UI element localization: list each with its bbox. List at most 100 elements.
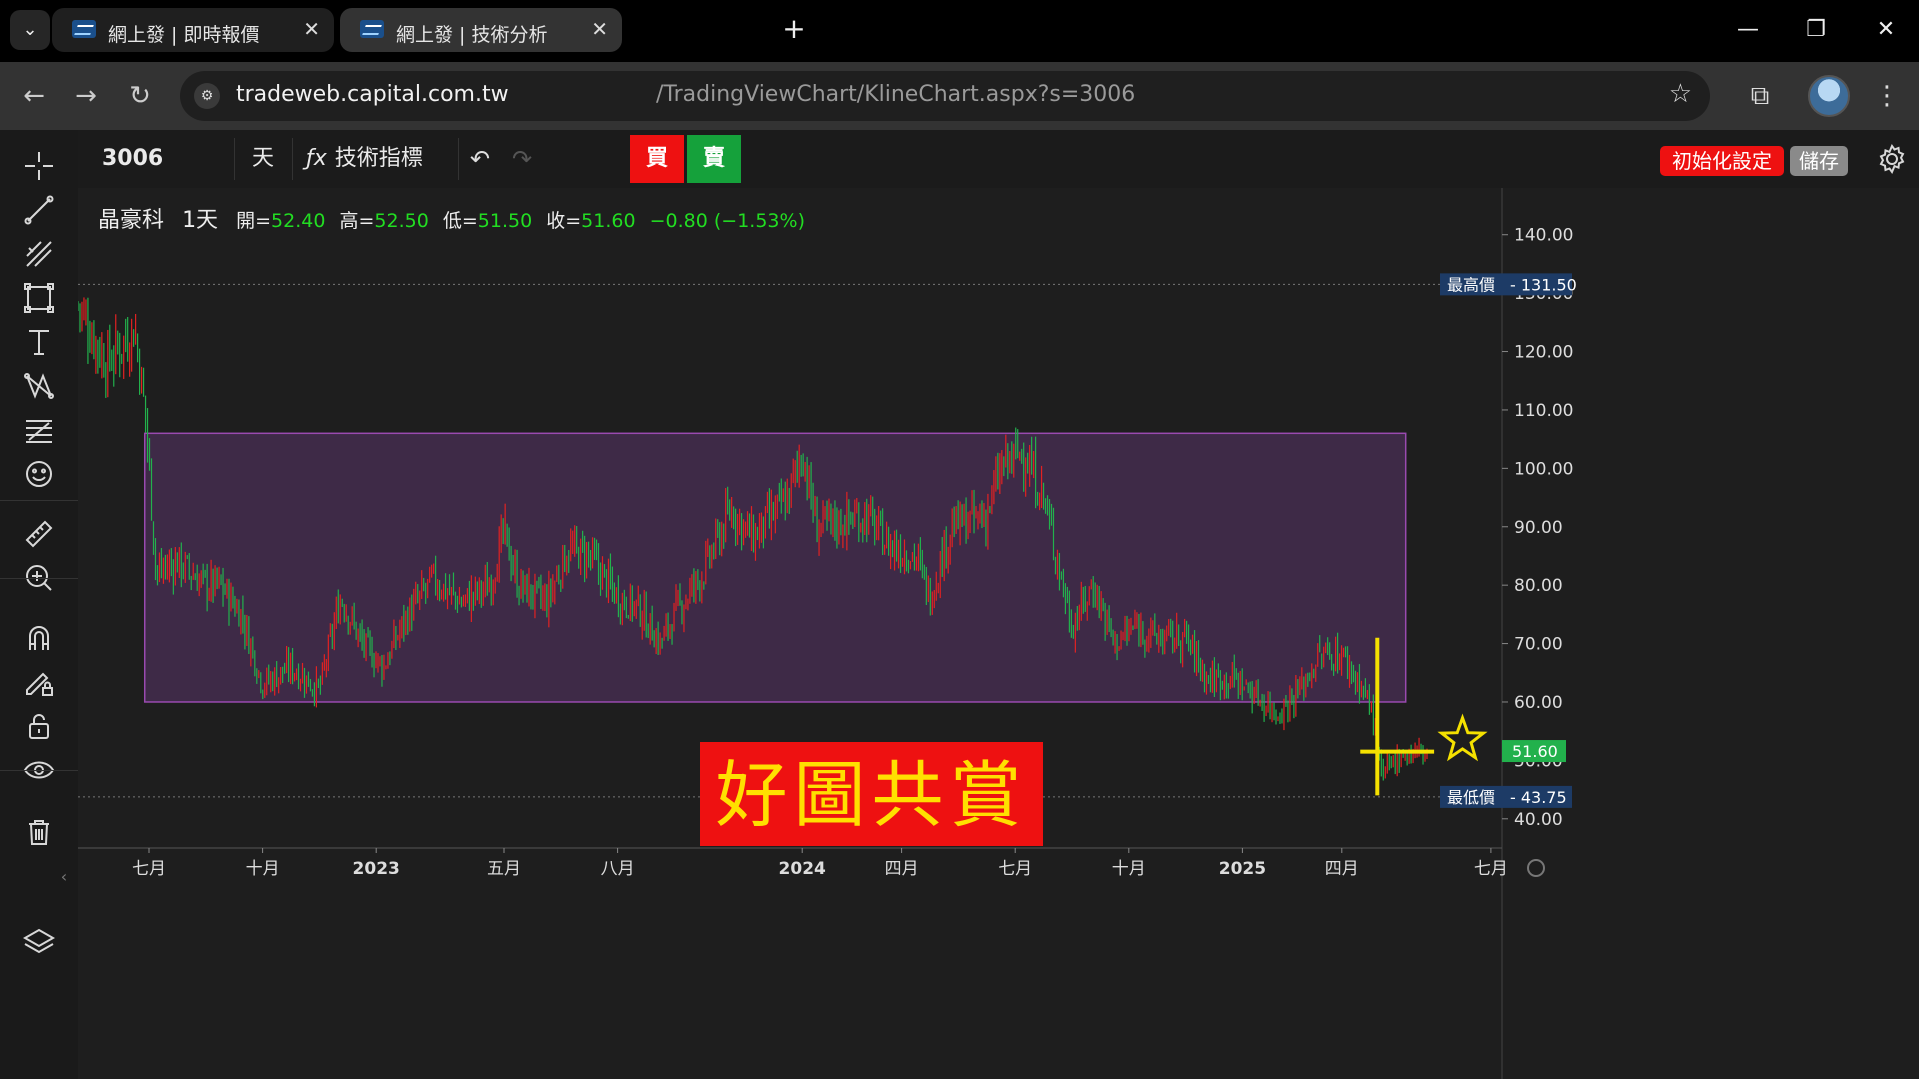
header-divider — [292, 138, 293, 180]
close-window-button[interactable]: ✕ — [1856, 10, 1916, 50]
settings-button[interactable] — [1876, 143, 1908, 175]
new-tab-button[interactable]: + — [776, 12, 812, 48]
header-divider — [458, 138, 459, 180]
price-scale-background — [1502, 188, 1919, 1079]
tab-search-button[interactable]: ⌄ — [10, 10, 50, 50]
sell-button[interactable]: 賣 — [687, 135, 741, 183]
forward-button[interactable]: → — [66, 76, 106, 116]
reload-button[interactable]: ↻ — [120, 76, 160, 116]
time-tick-label: 2023 — [353, 859, 400, 879]
symbol-search[interactable]: 3006 — [102, 130, 163, 188]
price-legend: 晶豪科 1天 開=52.40 高=52.50 低=51.50 收=51.60 −… — [98, 202, 813, 234]
restore-button[interactable]: ❐ — [1786, 10, 1846, 50]
back-button[interactable]: ← — [14, 76, 54, 116]
crosshair-icon — [25, 152, 53, 180]
low-value: 51.50 — [477, 210, 533, 232]
xabcd-pattern-icon — [24, 373, 54, 399]
lock-tool[interactable] — [17, 704, 61, 748]
browser-menu-icon[interactable]: ⋮ — [1872, 76, 1902, 116]
text-icon — [29, 330, 49, 355]
redo-icon[interactable]: ↷ — [512, 130, 532, 188]
max-price-value: - 131.50 — [1510, 275, 1577, 294]
trendline-tool[interactable] — [17, 188, 61, 232]
save-button[interactable]: 儲存 — [1790, 146, 1848, 176]
time-tick-label: 四月 — [885, 859, 919, 879]
chart-area[interactable]: 好圖共賞140.00130.00120.00110.00100.0090.008… — [78, 188, 1919, 1079]
legend-interval: 1天 — [182, 208, 219, 233]
candlestick-chart[interactable]: 好圖共賞140.00130.00120.00110.00100.0090.008… — [78, 188, 1919, 1079]
bookmark-star-icon[interactable]: ☆ — [1669, 79, 1692, 109]
chart-header: 3006 天 ƒx 技術指標 ↶ ↷ 買 賣 初始化設定 儲存 — [78, 130, 1919, 189]
pattern-tool[interactable] — [17, 364, 61, 408]
price-tick-label: 80.00 — [1514, 576, 1563, 596]
close-icon[interactable]: ✕ — [591, 17, 608, 41]
undo-icon[interactable]: ↶ — [470, 130, 490, 188]
trash-icon — [29, 820, 49, 845]
draw-lock-tool[interactable] — [17, 660, 61, 704]
site-info-icon[interactable]: ⚙ — [194, 83, 220, 109]
max-price-label: 最高價 — [1447, 275, 1495, 294]
close-icon[interactable]: ✕ — [303, 17, 320, 41]
open-value: 52.40 — [271, 210, 326, 232]
close-label: 收= — [546, 210, 582, 232]
fibonacci-icon — [26, 420, 52, 443]
time-tick-label: 五月 — [487, 859, 521, 879]
layers-icon — [22, 928, 56, 954]
header-divider — [234, 138, 235, 180]
text-tool[interactable] — [17, 320, 61, 364]
toolbar-divider — [0, 578, 78, 579]
delete-tool[interactable] — [17, 810, 61, 854]
time-tick-label: 四月 — [1325, 859, 1359, 879]
collapse-toolbar-icon[interactable]: ‹ — [54, 854, 74, 898]
url-path: /TradingViewChart/KlineChart.aspx?s=3006 — [656, 82, 1136, 107]
range-rectangle — [143, 432, 1407, 703]
measure-tool[interactable] — [17, 512, 61, 556]
toolbar-divider — [0, 500, 78, 501]
function-icon: ƒx — [306, 146, 327, 171]
drawing-toolbar: ‹ — [0, 130, 79, 1079]
time-tick-label: 十月 — [1112, 859, 1146, 879]
address-bar[interactable]: ⚙ tradeweb.capital.com.tw /TradingViewCh… — [180, 71, 1710, 121]
rectangle-icon — [24, 283, 54, 313]
object-tree-tool[interactable] — [17, 920, 61, 964]
rectangle-tool[interactable] — [17, 276, 61, 320]
fib-tool[interactable] — [17, 408, 61, 452]
price-tick-label: 40.00 — [1514, 810, 1563, 830]
price-tick-label: 140.00 — [1514, 226, 1573, 246]
extensions-puzzle-icon[interactable]: ⧉ — [1740, 76, 1780, 116]
magnet-icon — [29, 626, 49, 650]
minimize-button[interactable]: — — [1718, 10, 1778, 50]
reset-settings-button[interactable]: 初始化設定 — [1660, 146, 1784, 176]
profile-avatar[interactable] — [1808, 75, 1850, 117]
time-tick-label: 七月 — [998, 859, 1032, 879]
chevron-down-icon: ⌄ — [22, 19, 38, 40]
browser-tab-chart[interactable]: 網上發 | 技術分析 ✕ — [340, 8, 622, 52]
site-favicon-icon — [360, 20, 384, 38]
high-value: 52.50 — [374, 210, 429, 232]
tab-title: 網上發 | 技術分析 — [396, 24, 548, 46]
change-value: −0.80 (−1.53%) — [649, 210, 805, 232]
ruler-icon — [25, 520, 53, 548]
pitchfork-icon — [26, 241, 52, 267]
site-favicon-icon — [72, 20, 96, 38]
time-tick-label: 八月 — [601, 859, 635, 879]
last-price-label: 51.60 — [1512, 742, 1558, 761]
emoji-tool[interactable] — [17, 452, 61, 496]
time-tick-label: 2024 — [779, 859, 826, 879]
time-tick-label: 七月 — [1474, 859, 1508, 879]
buy-button[interactable]: 買 — [630, 135, 684, 183]
price-tick-label: 120.00 — [1514, 343, 1573, 363]
interval-button[interactable]: 天 — [252, 130, 274, 188]
indicators-button[interactable]: ƒx 技術指標 — [306, 130, 423, 188]
price-tick-label: 90.00 — [1514, 518, 1563, 538]
unlock-icon — [29, 714, 49, 739]
indicators-label: 技術指標 — [334, 146, 423, 171]
close-value: 51.60 — [581, 210, 636, 232]
time-tick-label: 十月 — [246, 859, 280, 879]
stock-name: 晶豪科 — [98, 208, 165, 233]
magnet-tool[interactable] — [17, 616, 61, 660]
browser-tab-quote[interactable]: 網上發 | 即時報價 ✕ — [52, 8, 334, 52]
pitchfork-tool[interactable] — [17, 232, 61, 276]
price-tick-label: 70.00 — [1514, 635, 1563, 655]
crosshair-tool[interactable] — [17, 144, 61, 188]
